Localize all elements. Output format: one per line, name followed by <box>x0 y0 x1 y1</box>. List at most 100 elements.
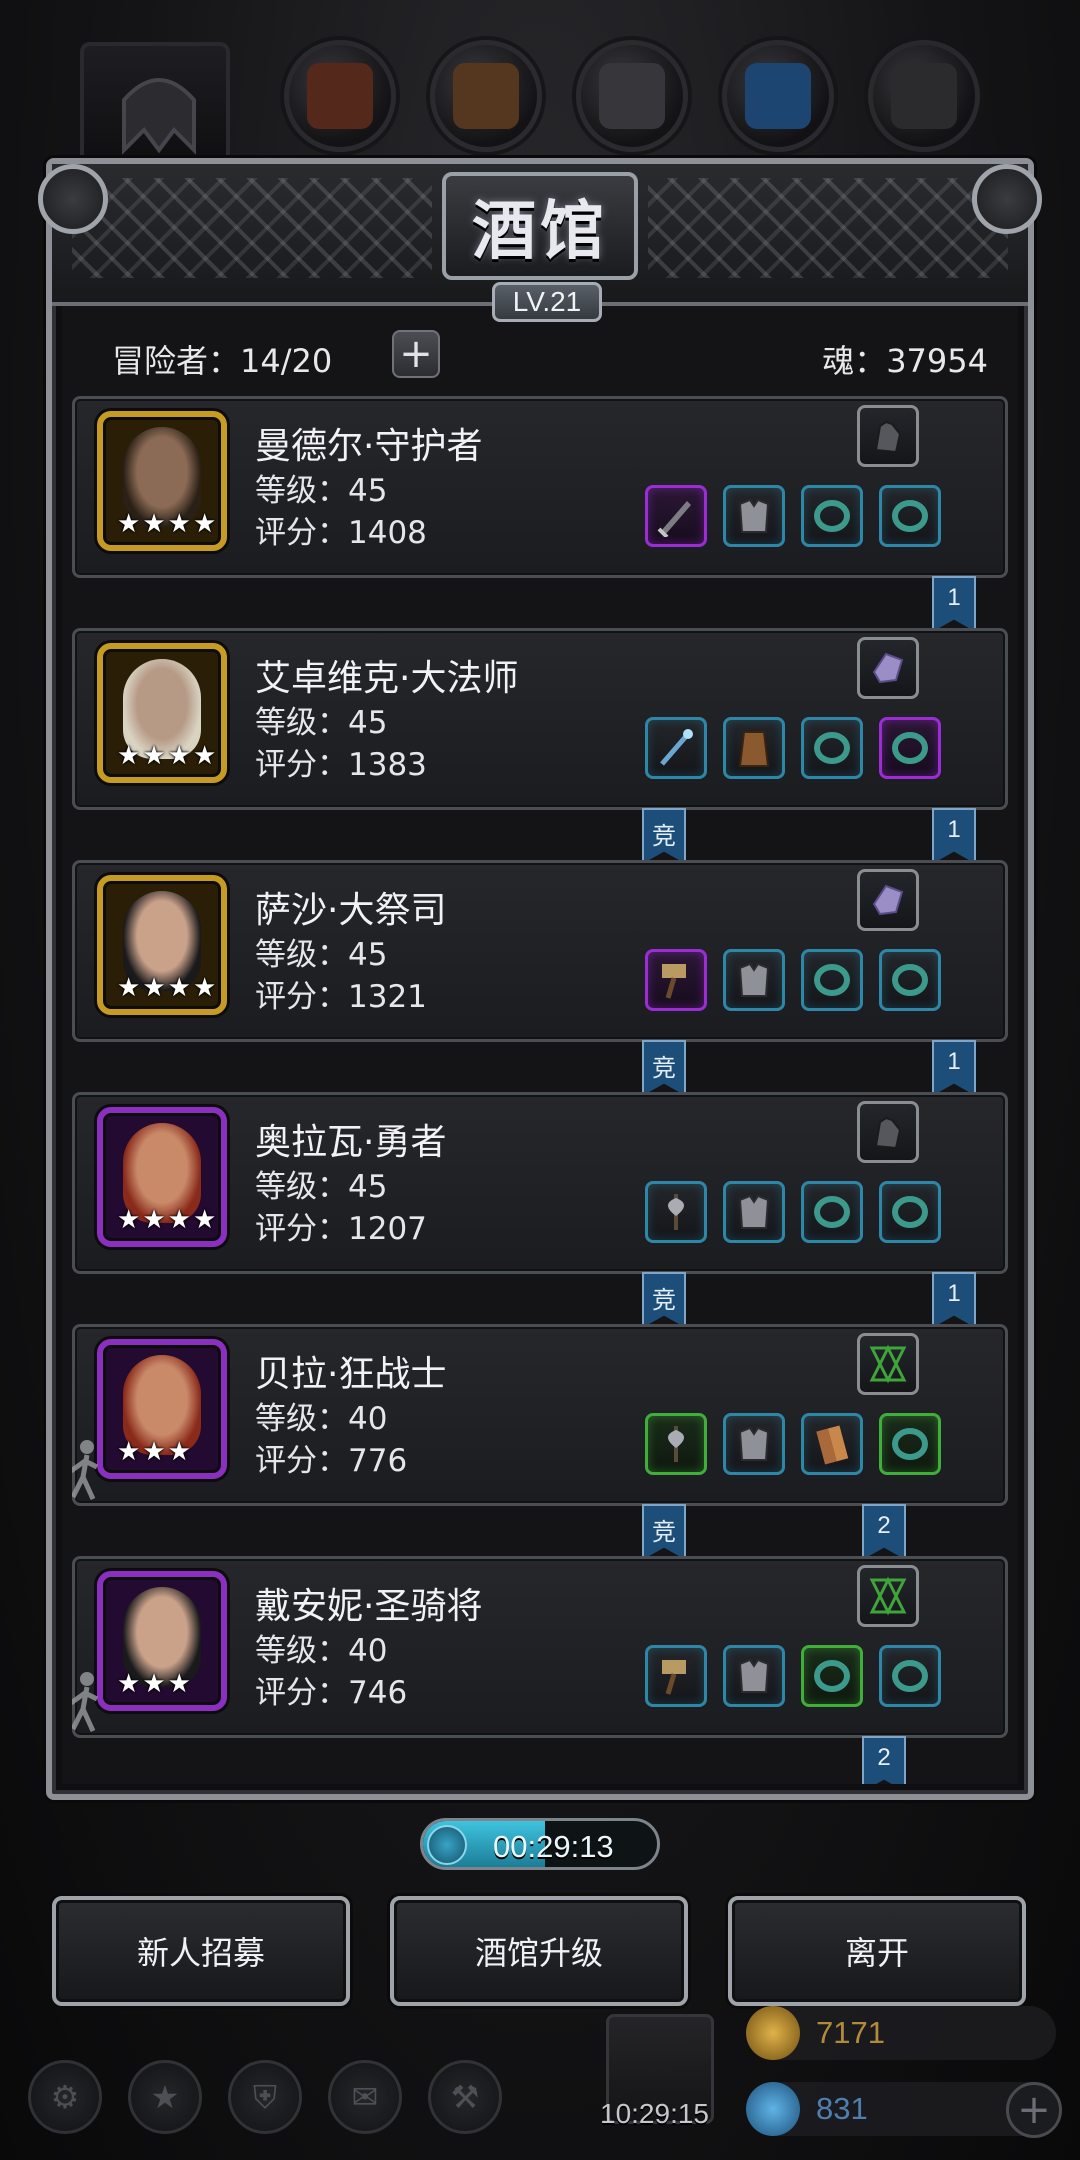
ring-equipment-slot[interactable] <box>879 1413 941 1475</box>
star-icon: ★ <box>167 973 191 1003</box>
resource-wood-icon[interactable] <box>430 40 542 152</box>
gauntlet-icon[interactable] <box>857 405 919 467</box>
armor-equipment-slot[interactable] <box>723 1413 785 1475</box>
arena-flag: 竞 <box>642 1272 686 1328</box>
character-card[interactable]: ★ ★ ★ ★ 艾卓维克·大法师 等级：45 评分：1383 <box>72 628 1008 810</box>
wood-equipment-slot[interactable] <box>801 1413 863 1475</box>
character-card[interactable]: ★ ★ ★ 贝拉·狂战士 等级：40 评分：776 <box>72 1324 1008 1506</box>
star-icon: ★ <box>117 509 141 539</box>
ring-equipment-slot[interactable] <box>801 485 863 547</box>
axe-equipment-slot[interactable] <box>645 1413 707 1475</box>
axe-equipment-slot[interactable] <box>645 1181 707 1243</box>
emblem-icon[interactable] <box>857 1565 919 1627</box>
character-name: 萨沙·大祭司 <box>255 890 447 931</box>
hammer-equipment-slot[interactable] <box>645 949 707 1011</box>
ring-equipment-slot[interactable] <box>879 717 941 779</box>
character-score: 评分：746 <box>255 1675 408 1711</box>
page-title: 酒馆 <box>472 194 608 269</box>
team-number-flag: 1 <box>932 1272 976 1328</box>
leave-button[interactable]: 离开 <box>728 1896 1026 2006</box>
star-icon: ★ <box>142 1205 166 1235</box>
star-icon: ★ <box>142 741 166 771</box>
armor-equipment-slot[interactable] <box>723 485 785 547</box>
ring-equipment-slot[interactable] <box>801 717 863 779</box>
character-score: 评分：776 <box>255 1443 408 1479</box>
star-icon: ★ <box>142 973 166 1003</box>
mail-icon[interactable]: ✉ <box>328 2060 402 2134</box>
star-rating: ★ ★ ★ <box>117 1437 191 1467</box>
shop-icon[interactable]: ⚒ <box>428 2060 502 2134</box>
ring-icon <box>892 964 928 996</box>
character-card[interactable]: ★ ★ ★ ★ 曼德尔·守护者 等级：45 评分：1408 <box>72 396 1008 578</box>
robe-equipment-slot[interactable] <box>723 717 785 779</box>
add-adventurer-button[interactable]: + <box>392 330 440 378</box>
settings-gear-icon[interactable]: ⚙ <box>28 2060 102 2134</box>
star-icon: ★ <box>117 1437 141 1467</box>
ring-icon <box>892 500 928 532</box>
character-portrait[interactable]: ★ ★ ★ ★ <box>97 411 227 551</box>
character-portrait[interactable]: ★ ★ ★ ★ <box>97 875 227 1015</box>
ring-icon <box>892 732 928 764</box>
star-icon: ★ <box>192 741 217 771</box>
star-rating: ★ ★ ★ ★ <box>117 509 216 539</box>
guild-icon[interactable]: ⛨ <box>228 2060 302 2134</box>
ring-equipment-slot[interactable] <box>879 1645 941 1707</box>
sword-equipment-slot[interactable] <box>645 485 707 547</box>
emblem-icon[interactable] <box>857 1333 919 1395</box>
character-level: 等级：40 <box>255 1633 388 1669</box>
ring-equipment-slot[interactable] <box>879 1181 941 1243</box>
hammer-equipment-slot[interactable] <box>645 1645 707 1707</box>
add-currency-button[interactable]: + <box>1006 2082 1062 2138</box>
character-card[interactable]: ★ ★ ★ 戴安妮·圣骑将 等级：40 评分：746 <box>72 1556 1008 1738</box>
star-icon: ★ <box>167 1205 191 1235</box>
team-number-flag: 1 <box>932 576 976 632</box>
ring-equipment-slot[interactable] <box>879 949 941 1011</box>
character-card[interactable]: ★ ★ ★ ★ 萨沙·大祭司 等级：45 评分：1321 <box>72 860 1008 1042</box>
resource-crystal-icon[interactable] <box>722 40 834 152</box>
character-list: ★ ★ ★ ★ 曼德尔·守护者 等级：45 评分：1408 1 ★ ★ ★ ★ 艾卓维克·大法师 等级：4… <box>72 396 1008 1784</box>
axe-icon <box>668 1426 684 1462</box>
resource-meat-icon[interactable] <box>284 40 396 152</box>
character-level: 等级：45 <box>255 705 388 741</box>
ring-equipment-slot[interactable] <box>801 1181 863 1243</box>
ring-icon <box>814 1196 850 1228</box>
sword-icon <box>657 501 691 537</box>
team-number-flag: 2 <box>862 1736 906 1784</box>
star-icon: ★ <box>167 1437 191 1467</box>
arena-flag: 竞 <box>642 1040 686 1096</box>
timer-text: 00:29:13 <box>493 1829 614 1864</box>
recruit-button[interactable]: 新人招募 <box>52 1896 350 2006</box>
team-number-flag: 1 <box>932 808 976 864</box>
resource-stone-icon[interactable] <box>868 40 980 152</box>
ring-equipment-slot[interactable] <box>801 949 863 1011</box>
gauntlet-icon[interactable] <box>857 1101 919 1163</box>
character-card[interactable]: ★ ★ ★ ★ 奥拉瓦·勇者 等级：45 评分：1207 <box>72 1092 1008 1274</box>
character-portrait[interactable]: ★ ★ ★ <box>97 1571 227 1711</box>
staff-icon <box>660 729 693 766</box>
armor-icon <box>738 962 770 997</box>
crystal-icon[interactable] <box>857 637 919 699</box>
upgrade-tavern-button[interactable]: 酒馆升级 <box>390 1896 688 2006</box>
gold-icon <box>746 2006 800 2060</box>
crystal-icon[interactable] <box>857 869 919 931</box>
hero-portrait-slot[interactable] <box>80 42 230 172</box>
running-figure-icon <box>72 1437 105 1507</box>
armor-icon <box>738 1658 770 1693</box>
character-portrait[interactable]: ★ ★ ★ ★ <box>97 643 227 783</box>
soul-count: 魂：37954 <box>822 342 988 380</box>
ring-equipment-slot[interactable] <box>801 1645 863 1707</box>
staff-equipment-slot[interactable] <box>645 717 707 779</box>
ring-equipment-slot[interactable] <box>879 485 941 547</box>
armor-equipment-slot[interactable] <box>723 949 785 1011</box>
hammer-icon <box>662 964 686 999</box>
tavern-panel: 酒馆 LV.21 冒险者：14/20 + 魂：37954 ★ ★ ★ ★ 曼德尔·守护者… <box>38 158 1042 1800</box>
star-icon: ★ <box>117 1669 141 1699</box>
character-portrait[interactable]: ★ ★ ★ ★ <box>97 1107 227 1247</box>
ring-icon <box>892 1428 928 1460</box>
armor-equipment-slot[interactable] <box>723 1645 785 1707</box>
armor-equipment-slot[interactable] <box>723 1181 785 1243</box>
resource-iron-icon[interactable] <box>576 40 688 152</box>
character-portrait[interactable]: ★ ★ ★ <box>97 1339 227 1479</box>
gold-value: 7171 <box>816 2015 885 2050</box>
achievement-star-icon[interactable]: ★ <box>128 2060 202 2134</box>
